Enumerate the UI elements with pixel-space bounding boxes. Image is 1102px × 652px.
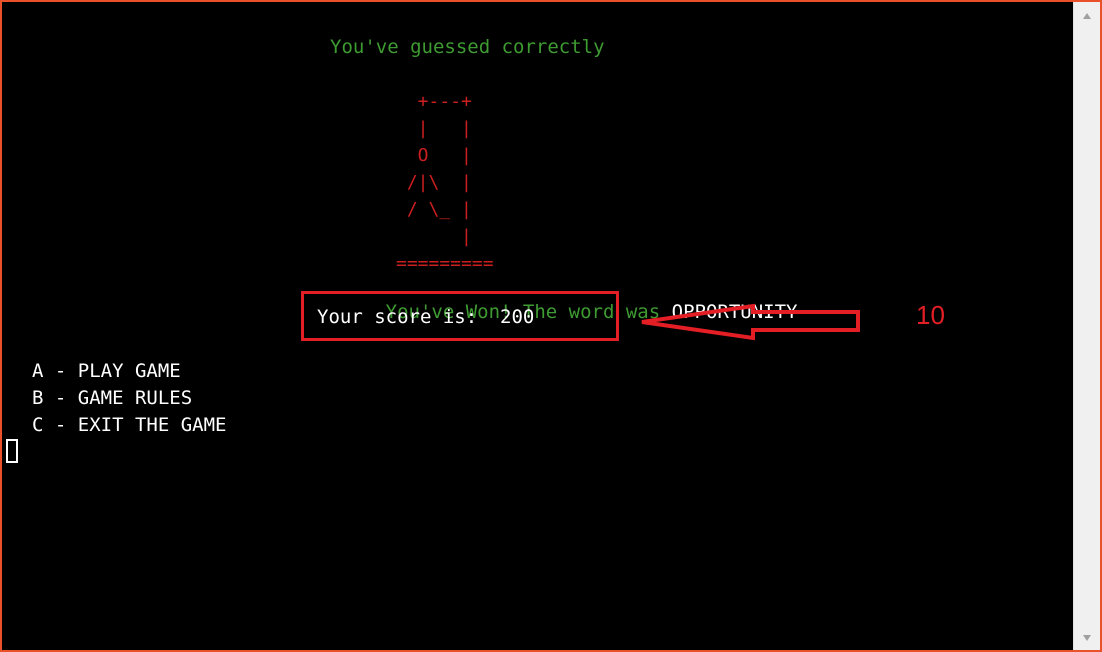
- triangle-up-icon: [1083, 13, 1091, 19]
- menu-item-game-rules: B - GAME RULES: [32, 387, 193, 409]
- window-frame: You've guessed correctly +---+ | | O | /…: [0, 0, 1102, 652]
- scroll-down-button[interactable]: [1074, 628, 1100, 648]
- scroll-up-button[interactable]: [1074, 6, 1100, 26]
- menu-item-exit-game: C - EXIT THE GAME: [32, 414, 227, 436]
- annotation-arrow-icon: [641, 303, 860, 341]
- menu-item-play-game: A - PLAY GAME: [32, 360, 181, 382]
- annotation-number: 10: [916, 300, 945, 330]
- score-highlight-box: [301, 291, 619, 341]
- triangle-down-icon: [1083, 635, 1091, 641]
- hangman-gallows-art: +---+ | | O | /|\ | / \_ | | =========: [396, 91, 494, 274]
- vertical-scrollbar[interactable]: [1073, 2, 1100, 650]
- guess-message: You've guessed correctly: [330, 36, 605, 58]
- text-cursor[interactable]: [6, 439, 18, 463]
